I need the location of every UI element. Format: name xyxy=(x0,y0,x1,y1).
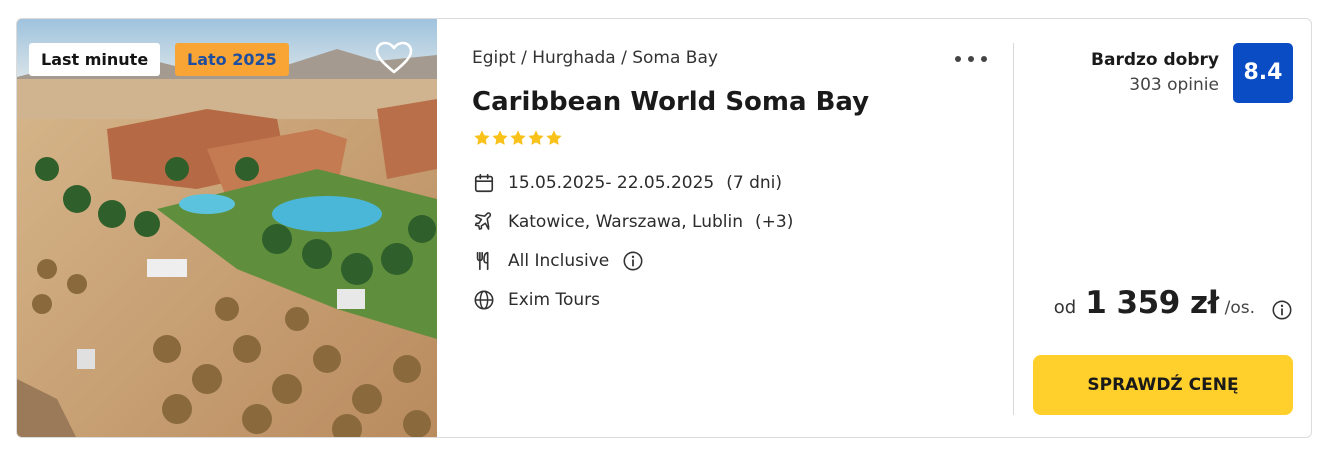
price-info-button[interactable] xyxy=(1271,299,1293,321)
plane-icon xyxy=(473,211,495,233)
departures-row: Katowice, Warszawa, Lublin (+3) xyxy=(473,210,793,234)
favorite-button[interactable] xyxy=(375,41,413,75)
star-icon xyxy=(528,130,544,145)
price-unit: /os. xyxy=(1224,298,1255,318)
departure-cities: Katowice, Warszawa, Lublin xyxy=(508,212,743,232)
board-type: All Inclusive xyxy=(508,251,610,271)
last-minute-badge: Last minute xyxy=(29,43,161,76)
hotel-photo-illustration xyxy=(17,19,437,437)
star-icon xyxy=(474,130,490,145)
more-icon xyxy=(981,56,987,62)
price-block: od 1 359 zł /os. xyxy=(1054,285,1255,321)
reviews-count[interactable]: 303 opinie xyxy=(1091,71,1219,99)
board-info-button[interactable] xyxy=(622,250,644,272)
star-rating xyxy=(473,129,563,147)
info-icon xyxy=(1272,300,1292,320)
more-options-button[interactable] xyxy=(955,53,989,65)
more-icon xyxy=(968,56,974,62)
more-icon xyxy=(955,56,961,62)
season-badge: Lato 2025 xyxy=(175,43,289,76)
hotel-name[interactable]: Caribbean World Soma Bay xyxy=(472,87,869,117)
rating-score-badge: 8.4 xyxy=(1233,43,1293,103)
divider xyxy=(1013,43,1014,415)
departures-more[interactable]: (+3) xyxy=(755,212,793,232)
price-amount: 1 359 zł xyxy=(1085,285,1219,321)
tour-operator: Exim Tours xyxy=(508,290,601,310)
rating-label: Bardzo dobry xyxy=(1091,50,1219,70)
trip-duration: (7 dni) xyxy=(726,173,782,193)
board-row: All Inclusive xyxy=(473,249,644,273)
hotel-photo[interactable]: Last minute Lato 2025 xyxy=(17,19,437,437)
star-icon xyxy=(510,130,526,145)
star-icon xyxy=(546,130,562,145)
cutlery-icon xyxy=(473,250,495,272)
check-price-button[interactable]: SPRAWDŹ CENĘ xyxy=(1033,355,1293,415)
star-icon xyxy=(492,130,508,145)
offer-card[interactable]: Last minute Lato 2025 Egipt / Hurghada /… xyxy=(16,18,1312,438)
globe-icon xyxy=(473,289,495,311)
info-icon xyxy=(623,251,643,271)
location-breadcrumb[interactable]: Egipt / Hurghada / Soma Bay xyxy=(472,48,718,68)
calendar-icon xyxy=(473,172,495,194)
rating-summary[interactable]: Bardzo dobry 303 opinie xyxy=(1091,49,1219,99)
travel-dates: 15.05.2025- 22.05.2025 xyxy=(508,173,715,193)
dates-row: 15.05.2025- 22.05.2025 (7 dni) xyxy=(473,171,782,195)
operator-row: Exim Tours xyxy=(473,288,600,312)
price-prefix: od xyxy=(1053,297,1077,318)
heart-icon xyxy=(375,41,413,74)
